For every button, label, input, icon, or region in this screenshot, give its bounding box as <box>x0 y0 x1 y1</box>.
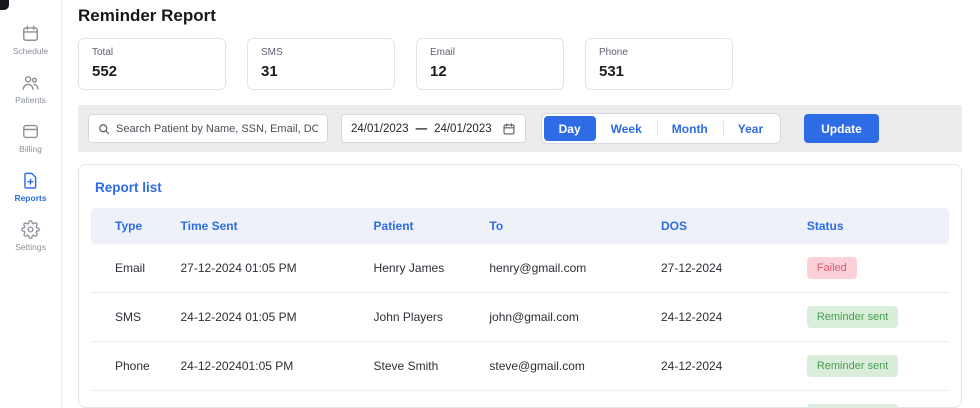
cell-to: henry@gmail.com <box>481 244 653 293</box>
cell-time-sent: 23-12-202401:05 PM <box>173 391 366 408</box>
report-file-icon <box>21 171 40 190</box>
report-list-title: Report list <box>79 165 961 208</box>
table-row: Email27-12-2024 01:05 PMHenry Jameshenry… <box>91 244 949 293</box>
table-row: Email23-12-202401:05 PMDavid Carldavid@g… <box>91 391 949 408</box>
cell-patient: Henry James <box>366 244 482 293</box>
column-header-type: Type <box>91 208 173 244</box>
sidebar-item-label: Reports <box>14 193 46 203</box>
sidebar: Schedule Patients Billing Reports Settin <box>0 0 62 408</box>
sidebar-item-schedule[interactable]: Schedule <box>13 24 48 56</box>
cell-to: john@gmail.com <box>481 293 653 342</box>
stat-label: Email <box>430 47 550 58</box>
status-badge: Reminder sent <box>807 404 899 408</box>
calendar-icon <box>502 122 516 136</box>
stat-label: Phone <box>599 47 719 58</box>
sidebar-item-label: Billing <box>19 144 42 154</box>
stat-value: 531 <box>599 63 719 80</box>
cell-dos: 23-12-2024 <box>653 391 799 408</box>
stat-card-total: Total 552 <box>78 38 226 90</box>
stat-value: 12 <box>430 63 550 80</box>
cell-status: Failed <box>799 244 949 293</box>
app-window: Schedule Patients Billing Reports Settin <box>0 0 980 408</box>
cell-dos: 27-12-2024 <box>653 244 799 293</box>
sidebar-item-label: Schedule <box>13 46 48 56</box>
cell-dos: 24-12-2024 <box>653 342 799 391</box>
stat-card-phone: Phone 531 <box>585 38 733 90</box>
search-input[interactable] <box>116 123 318 135</box>
range-button-month[interactable]: Month <box>657 116 723 141</box>
stat-value: 552 <box>92 63 212 80</box>
cell-time-sent: 24-12-202401:05 PM <box>173 342 366 391</box>
window-corner <box>0 0 9 10</box>
cell-type: SMS <box>91 293 173 342</box>
cell-type: Email <box>91 391 173 408</box>
search-box <box>88 114 328 143</box>
report-table: Type Time Sent Patient To DOS Status Ema… <box>91 208 949 408</box>
stat-value: 31 <box>261 63 381 80</box>
column-header-patient: Patient <box>366 208 482 244</box>
cell-patient: John Players <box>366 293 482 342</box>
search-icon <box>98 123 110 135</box>
stat-card-email: Email 12 <box>416 38 564 90</box>
sidebar-item-settings[interactable]: Settings <box>15 220 46 252</box>
range-button-year[interactable]: Year <box>723 116 778 141</box>
cell-status: Reminder sent <box>799 293 949 342</box>
stats-row: Total 552 SMS 31 Email 12 Phone 531 <box>78 38 962 90</box>
sidebar-item-patients[interactable]: Patients <box>15 73 46 105</box>
sidebar-item-reports[interactable]: Reports <box>14 171 46 203</box>
cell-to: steve@gmail.com <box>481 342 653 391</box>
calendar-icon <box>21 24 40 43</box>
report-list-card: Report list Type Time Sent Patient To DO… <box>78 164 962 408</box>
column-header-dos: DOS <box>653 208 799 244</box>
cell-type: Phone <box>91 342 173 391</box>
table-header-row: Type Time Sent Patient To DOS Status <box>91 208 949 244</box>
sidebar-item-label: Settings <box>15 242 46 252</box>
stat-card-sms: SMS 31 <box>247 38 395 90</box>
date-to: 24/01/2023 <box>434 123 492 135</box>
filter-bar: 24/01/2023 — 24/01/2023 Day Week Month Y… <box>78 105 962 152</box>
cell-time-sent: 24-12-2024 01:05 PM <box>173 293 366 342</box>
status-badge: Failed <box>807 257 857 279</box>
table-row: Phone24-12-202401:05 PMSteve Smithsteve@… <box>91 342 949 391</box>
cell-dos: 24-12-2024 <box>653 293 799 342</box>
cell-to: david@gmail.com <box>481 391 653 408</box>
cell-status: Reminder sent <box>799 391 949 408</box>
cell-patient: David Carl <box>366 391 482 408</box>
range-button-day[interactable]: Day <box>544 116 596 141</box>
stat-label: SMS <box>261 47 381 58</box>
cell-status: Reminder sent <box>799 342 949 391</box>
status-badge: Reminder sent <box>807 355 899 377</box>
cell-time-sent: 27-12-2024 01:05 PM <box>173 244 366 293</box>
range-button-week[interactable]: Week <box>596 116 657 141</box>
cell-patient: Steve Smith <box>366 342 482 391</box>
column-header-time-sent: Time Sent <box>173 208 366 244</box>
sidebar-item-label: Patients <box>15 95 46 105</box>
page-title: Reminder Report <box>78 6 962 26</box>
range-toggle-group: Day Week Month Year <box>541 113 782 144</box>
people-icon <box>21 73 40 92</box>
column-header-status: Status <box>799 208 949 244</box>
billing-card-icon <box>21 122 40 141</box>
table-row: SMS24-12-2024 01:05 PMJohn Playersjohn@g… <box>91 293 949 342</box>
main-content: Reminder Report Total 552 SMS 31 Email 1… <box>62 0 980 408</box>
date-range-picker[interactable]: 24/01/2023 — 24/01/2023 <box>341 114 526 143</box>
column-header-to: To <box>481 208 653 244</box>
update-button[interactable]: Update <box>804 114 879 143</box>
stat-label: Total <box>92 47 212 58</box>
cell-type: Email <box>91 244 173 293</box>
date-separator: — <box>416 123 428 135</box>
sidebar-item-billing[interactable]: Billing <box>19 122 42 154</box>
date-from: 24/01/2023 <box>351 123 409 135</box>
status-badge: Reminder sent <box>807 306 899 328</box>
gear-icon <box>21 220 40 239</box>
